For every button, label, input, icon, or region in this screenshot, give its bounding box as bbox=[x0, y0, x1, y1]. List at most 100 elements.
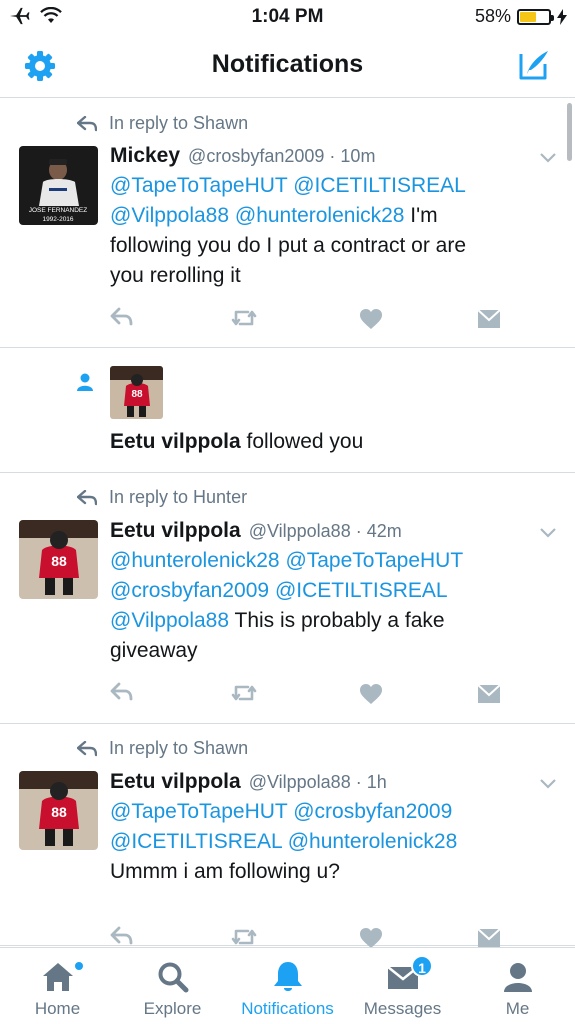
tweet-text-line: you rerolling it bbox=[110, 261, 535, 291]
heart-button[interactable] bbox=[358, 682, 384, 711]
tweet-text-line: giveaway bbox=[110, 636, 535, 666]
avatar-caption-years: 1992-2016 bbox=[42, 216, 73, 223]
reply-button[interactable] bbox=[110, 682, 136, 711]
notifications-feed[interactable]: In reply to Shawn JOSE FERNANDEZ 1992-20… bbox=[0, 99, 575, 947]
heart-button[interactable] bbox=[358, 307, 384, 336]
tab-home[interactable]: Home bbox=[0, 948, 115, 1024]
tweet-text-line: Ummm i am following u? bbox=[110, 857, 535, 887]
tweet-text-line: following you do I put a contract or are bbox=[110, 231, 535, 261]
reply-icon bbox=[110, 926, 133, 945]
author-name[interactable]: Eetu vilppola bbox=[110, 516, 241, 546]
mention-link[interactable]: @crosbyfan2009 bbox=[110, 579, 269, 602]
follow-text: Eetu vilppola followed you bbox=[110, 430, 363, 454]
avatar[interactable]: JOSE FERNANDEZ 1992-2016 bbox=[19, 146, 98, 225]
mention-link[interactable]: @ICETILTISREAL bbox=[110, 830, 282, 853]
mention-link[interactable]: @ICETILTISREAL bbox=[275, 579, 448, 602]
avatar[interactable]: 88 bbox=[19, 771, 98, 850]
tweet-text-line: @TapeToTapeHUT @crosbyfan2009 bbox=[110, 797, 535, 827]
tweet-text-line: @hunterolenick28 @TapeToTapeHUT bbox=[110, 546, 535, 576]
mention-link[interactable]: @TapeToTapeHUT bbox=[110, 800, 287, 823]
retweet-button[interactable] bbox=[231, 682, 257, 711]
tweet-text-segment: giveaway bbox=[110, 639, 198, 662]
author-name[interactable]: Eetu vilppola bbox=[110, 767, 241, 797]
tweet-content: Eetu vilppola @Vilppola88 · 42m @huntero… bbox=[110, 516, 535, 666]
retweet-icon bbox=[231, 310, 257, 326]
follow-notification[interactable]: 88 Eetu vilppola followed you bbox=[0, 348, 575, 473]
status-right: 58% bbox=[475, 6, 567, 27]
reply-context-text: In reply to Hunter bbox=[109, 487, 248, 507]
heart-icon bbox=[360, 928, 382, 947]
tab-messages-label: Messages bbox=[363, 999, 442, 1018]
direct-message-icon bbox=[477, 309, 501, 328]
tweet-notification[interactable]: In reply to Shawn 88 Eetu vilppola @Vilp… bbox=[0, 724, 575, 947]
tweet-notification[interactable]: In reply to Shawn JOSE FERNANDEZ 1992-20… bbox=[0, 99, 575, 348]
mention-link[interactable]: @TapeToTapeHUT bbox=[285, 549, 463, 572]
tweet-text-line: @Vilppola88 @hunterolenick28 I'm bbox=[110, 201, 535, 231]
charging-bolt-icon bbox=[557, 8, 567, 25]
status-bar: 1:04 PM 58% bbox=[0, 0, 575, 36]
avatar[interactable]: 88 bbox=[19, 520, 98, 599]
author-name[interactable]: Mickey bbox=[110, 141, 180, 171]
reply-arrow-icon bbox=[77, 489, 97, 505]
mention-link[interactable]: @TapeToTapeHUT bbox=[110, 174, 287, 197]
heart-icon bbox=[360, 309, 382, 329]
direct-message-button[interactable] bbox=[476, 307, 502, 336]
reply-arrow-icon bbox=[77, 740, 97, 756]
direct-message-icon bbox=[477, 928, 501, 947]
tweet-text: @hunterolenick28 @TapeToTapeHUT @crosbyfa… bbox=[110, 546, 535, 666]
tweet-time: · 10m bbox=[329, 146, 376, 166]
heart-button[interactable] bbox=[358, 926, 384, 947]
svg-text:88: 88 bbox=[51, 804, 67, 820]
mention-link[interactable]: @ICETILTISREAL bbox=[293, 174, 466, 197]
tab-me[interactable]: Me bbox=[460, 948, 575, 1024]
retweet-button[interactable] bbox=[231, 307, 257, 336]
chevron-down-icon[interactable] bbox=[539, 527, 557, 539]
compose-icon[interactable] bbox=[517, 48, 551, 82]
tweet-header: Eetu vilppola @Vilppola88 · 42m bbox=[110, 516, 535, 546]
tweet-time: · 1h bbox=[355, 772, 387, 792]
mention-link[interactable]: @hunterolenick28 bbox=[235, 204, 405, 227]
avatar[interactable]: 88 bbox=[110, 366, 163, 419]
author-handle[interactable]: @Vilppola88 bbox=[249, 772, 351, 792]
page-title: Notifications bbox=[211, 50, 364, 78]
mention-link[interactable]: @hunterolenick28 bbox=[110, 549, 280, 572]
mention-link[interactable]: @Vilppola88 bbox=[110, 609, 229, 632]
search-icon bbox=[158, 962, 188, 993]
reply-button[interactable] bbox=[110, 307, 136, 336]
author-handle[interactable]: @Vilppola88 bbox=[249, 521, 351, 541]
tweet-time: · 42m bbox=[355, 521, 402, 541]
tweet-notification[interactable]: In reply to Hunter 88 Eetu vilppola @Vil… bbox=[0, 473, 575, 724]
chevron-down-icon[interactable] bbox=[539, 152, 557, 164]
chevron-down-icon[interactable] bbox=[539, 778, 557, 790]
battery-level bbox=[520, 11, 537, 22]
reply-context: In reply to Hunter bbox=[77, 487, 247, 508]
tweet-text: @TapeToTapeHUT @crosbyfan2009 @ICETILTISR… bbox=[110, 797, 535, 887]
tweet-actions bbox=[110, 307, 510, 333]
mention-link[interactable]: @hunterolenick28 bbox=[288, 830, 458, 853]
tab-home-label: Home bbox=[34, 999, 81, 1018]
avatar-caption-name: JOSE FERNANDEZ bbox=[29, 207, 88, 214]
retweet-button[interactable] bbox=[231, 926, 257, 947]
new-content-dot bbox=[75, 962, 83, 970]
home-icon bbox=[42, 963, 73, 991]
tab-messages[interactable]: 1 Messages bbox=[345, 948, 460, 1024]
tab-notifications-label: Notifications bbox=[241, 999, 334, 1018]
tweet-text-segment: I'm bbox=[404, 204, 438, 227]
direct-message-button[interactable] bbox=[476, 926, 502, 947]
tab-explore[interactable]: Explore bbox=[115, 948, 230, 1024]
svg-text:88: 88 bbox=[51, 553, 67, 569]
reply-button[interactable] bbox=[110, 926, 136, 947]
tab-notifications[interactable]: Notifications bbox=[230, 948, 345, 1024]
battery-percent: 58% bbox=[474, 6, 511, 26]
tab-bar: Home Explore Notifications 1 Messages Me bbox=[0, 947, 575, 1024]
mention-link[interactable]: @Vilppola88 bbox=[110, 204, 229, 227]
tweet-content: Mickey @crosbyfan2009 · 10m @TapeToTapeH… bbox=[110, 141, 535, 291]
mention-link[interactable]: @crosbyfan2009 bbox=[293, 800, 452, 823]
author-handle[interactable]: @crosbyfan2009 bbox=[188, 146, 324, 166]
reply-context: In reply to Shawn bbox=[77, 113, 248, 134]
direct-message-button[interactable] bbox=[476, 682, 502, 711]
follower-name[interactable]: Eetu vilppola bbox=[110, 430, 241, 453]
tweet-content: Eetu vilppola @Vilppola88 · 1h @TapeToTa… bbox=[110, 767, 535, 887]
person-icon bbox=[503, 963, 532, 992]
tweet-text-segment: you rerolling it bbox=[110, 264, 241, 287]
